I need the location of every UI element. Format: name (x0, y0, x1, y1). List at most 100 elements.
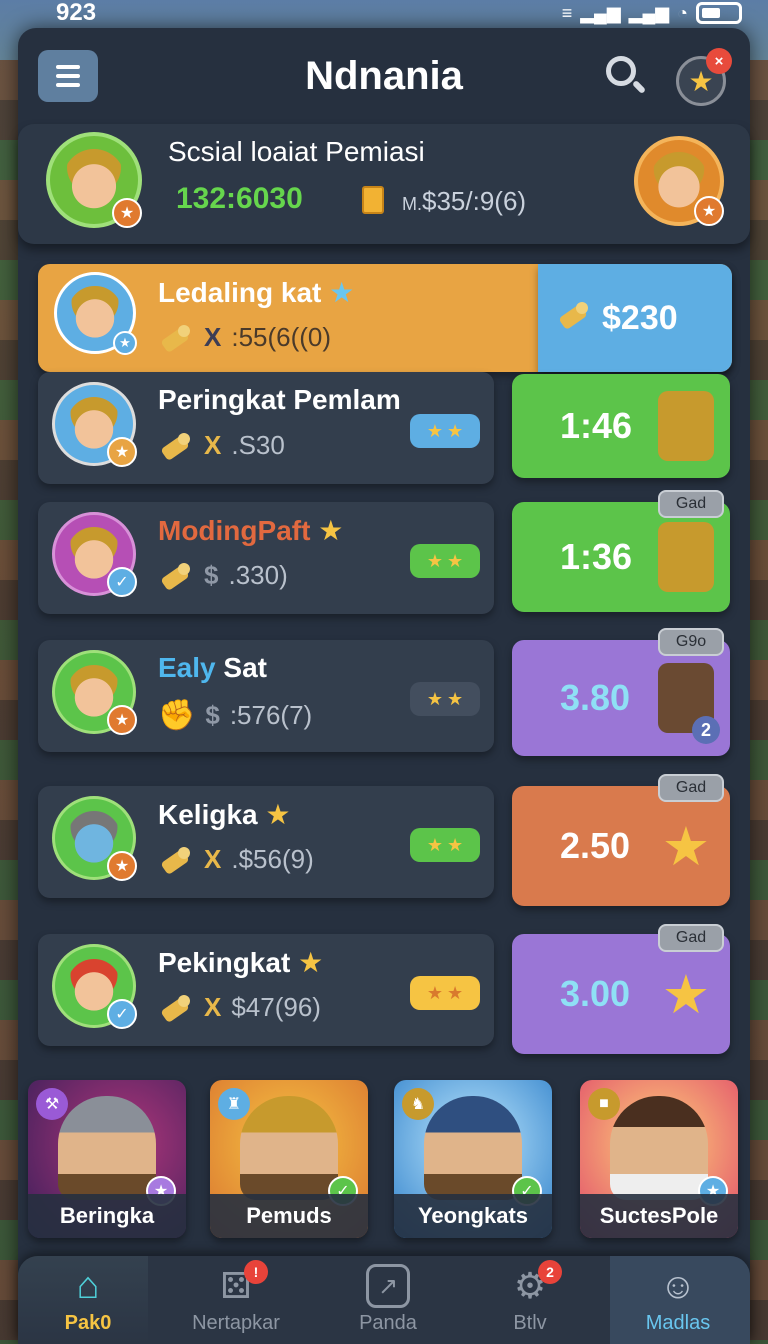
star-icon: ★ (447, 688, 464, 709)
row-avatar: ★ (52, 382, 137, 467)
nav-item-home[interactable]: ⌂ Pak0 (28, 1264, 148, 1344)
prize-button[interactable]: 2.50 ★ (512, 786, 730, 906)
multiplier-icon: X (204, 992, 222, 1022)
star-icon: ★ (426, 550, 443, 571)
row-avatar: ★ (54, 272, 137, 355)
row-name-text: Keligka (158, 799, 258, 830)
hero-card-label: SuctesPole (580, 1194, 738, 1238)
avatar-face (68, 286, 122, 340)
star-icon: ★ (447, 834, 464, 855)
key-icon (158, 323, 194, 353)
leaderboard-row[interactable]: ★ Ealy Sat ✊ $ :576(7) ★ ★ (38, 640, 494, 752)
favorites-badge: × (706, 48, 732, 74)
hero-icon (658, 391, 714, 461)
row-name: Ledaling kat ★ (158, 276, 354, 309)
row-sub: ✊ $ :576(7) (158, 698, 312, 733)
hero-class-icon: ■ (588, 1088, 620, 1120)
rank-star-icon: ★ (112, 198, 142, 228)
leaderboard-row-highlight[interactable]: ★ Ledaling kat ★ X :55(6((0) $230 (38, 264, 732, 372)
prize-button[interactable]: 3.00 ★ (512, 934, 730, 1054)
row-avatar: ✓ (52, 512, 137, 597)
star-icon: ★ (329, 277, 355, 308)
check-icon: ✓ (107, 999, 137, 1029)
bottom-nav: ⌂ Pak0 ⚄ ! Nertapkar ↗ Panda ⚙ 2 Btlv ☺ … (18, 1256, 750, 1344)
hero-card[interactable]: ⚒ ★ Beringka (28, 1080, 186, 1238)
hero-icon (658, 522, 714, 592)
hero-card-label: Pemuds (210, 1194, 368, 1238)
row-sub-value: :55(6((0) (231, 322, 332, 352)
hero-cards: ⚒ ★ Beringka ♜ ✓ Pemuds ♞ ✓ Yeongkats ■ … (28, 1080, 740, 1238)
row-name: Peringkat Pemlam (158, 384, 401, 415)
row-name: Pekingkat ★ (158, 946, 323, 979)
hero-class-icon: ♜ (218, 1088, 250, 1120)
row-sub-value: :576(7) (229, 700, 313, 730)
multiplier-icon: $ (204, 560, 219, 590)
profile-money: M.$35/:9(6) (402, 186, 526, 217)
hero-portrait (610, 1096, 708, 1200)
leaderboard-row[interactable]: ✓ ModingPaft ★ $ .330) ★ ★ (38, 502, 494, 614)
hero-card[interactable]: ♞ ✓ Yeongkats (394, 1080, 552, 1238)
key-icon (556, 300, 592, 330)
leaderboard-row[interactable]: ✓ Pekingkat ★ X $47(96) ★ ★ (38, 934, 494, 1046)
row-avatar: ★ (52, 650, 137, 735)
star-icon: ★ (447, 982, 464, 1003)
row-sub-value: .$56(9) (231, 844, 314, 874)
row-name-text: Ledaling kat (158, 277, 322, 308)
nav-item-btlv[interactable]: ⚙ 2 Btlv (470, 1260, 590, 1344)
stars-pill: ★ ★ (410, 976, 480, 1010)
nav-label: Nertapkar (192, 1312, 280, 1334)
hero-class-icon: ⚒ (36, 1088, 68, 1120)
hero-card-label: Yeongkats (394, 1194, 552, 1238)
wifi-icon: ≡ (561, 2, 573, 23)
leaderboard-row[interactable]: ★ Peringkat Pemlam X .S30 ★ ★ (38, 372, 494, 484)
multiplier-icon: X (204, 322, 222, 352)
prize-value: 3.80 (560, 677, 631, 718)
prize-button[interactable]: 1:36 (512, 502, 730, 612)
prize-count-badge: 2 (692, 716, 720, 744)
multiplier-icon: $ (205, 700, 220, 730)
leaderboard-row[interactable]: ★ Keligka ★ X .$56(9) ★ ★ (38, 786, 494, 898)
row-sub: X .S30 (158, 430, 285, 461)
hero-card[interactable]: ♜ ✓ Pemuds (210, 1080, 368, 1238)
stars-pill: ★ ★ (410, 828, 480, 862)
row-sub-value: .S30 (231, 430, 285, 460)
nav-item-panda[interactable]: ↗ Panda (328, 1264, 448, 1344)
rank-star-icon: ★ (107, 705, 137, 735)
search-icon (606, 56, 636, 86)
row-name: ModingPaft ★ (158, 514, 343, 547)
prize-button[interactable]: 3.80 2 (512, 640, 730, 756)
row-sub-value: $47(96) (231, 992, 321, 1022)
profile-score: 132:6030 (176, 182, 303, 215)
nav-item-nertapkar[interactable]: ⚄ ! Nertapkar (176, 1260, 296, 1344)
hero-card[interactable]: ■ ★ SuctesPole (580, 1080, 738, 1238)
row-sub-value: .330) (228, 560, 288, 590)
money-prefix: M. (402, 194, 422, 214)
nav-item-madlas[interactable]: ☺ Madlas (618, 1264, 738, 1344)
gad-tag: Gad (658, 924, 724, 952)
star-icon: ★ (298, 947, 324, 978)
prize-button[interactable]: 1:46 (512, 374, 730, 478)
prize-value: 1:36 (560, 536, 633, 577)
row-name-text: Pekingkat (158, 947, 291, 978)
check-icon: ✓ (107, 567, 137, 597)
key-icon (158, 431, 194, 461)
row-avatar: ✓ (52, 944, 137, 1029)
key-icon (158, 561, 194, 591)
profile-avatar[interactable]: ★ (46, 132, 142, 228)
star-icon: ★ (426, 420, 443, 441)
rank-star-icon: ★ (107, 851, 137, 881)
hero-class-icon: ♞ (402, 1088, 434, 1120)
multiplier-icon: X (204, 844, 222, 874)
key-icon (158, 845, 194, 875)
nav-label: Pak0 (64, 1312, 112, 1334)
money-value: $35/:9(6) (422, 186, 527, 216)
profile-card[interactable]: ★ Scsial loaiat Pemiasi 132:6030 M.$35/:… (18, 124, 750, 244)
status-bar: 923 ≡ ▂▄▆ ▂▄▆ ◔ (0, 0, 768, 26)
search-button[interactable] (602, 54, 648, 100)
coin-icon (362, 186, 384, 214)
big-star-icon: ★ (661, 816, 711, 877)
rank-star-icon: ★ (107, 437, 137, 467)
rank-star-icon: ★ (694, 196, 724, 226)
prize-value: $230 (602, 298, 678, 337)
rival-avatar[interactable]: ★ (634, 136, 724, 226)
